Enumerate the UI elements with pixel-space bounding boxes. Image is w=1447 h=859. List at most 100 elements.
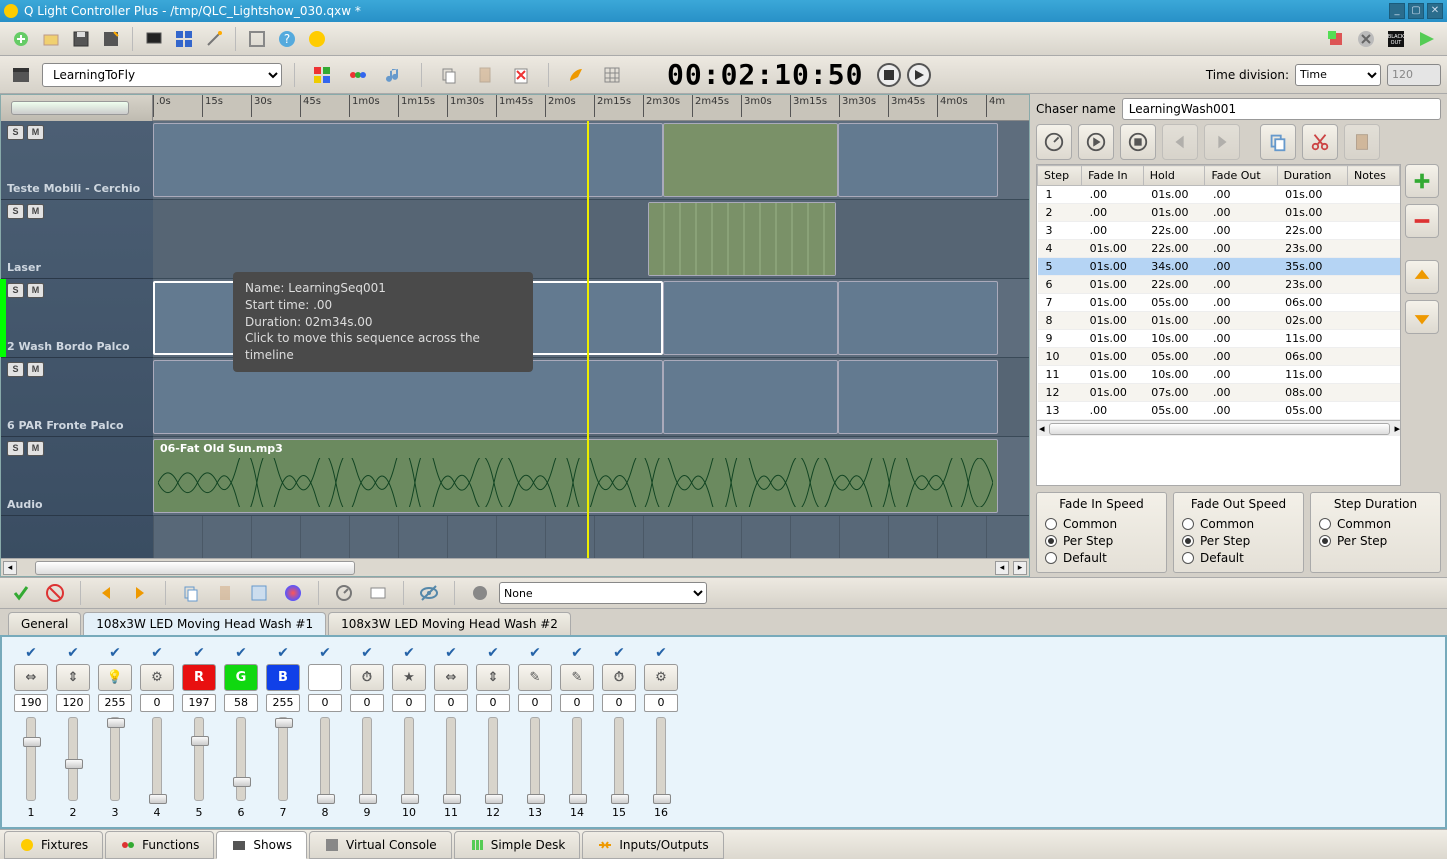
add-step-button[interactable] xyxy=(1405,164,1439,198)
channel-check[interactable]: ✔ xyxy=(571,645,583,661)
help-button[interactable]: ? xyxy=(275,27,299,51)
speed-button[interactable] xyxy=(332,581,356,605)
solo-button[interactable]: S xyxy=(7,204,24,219)
minimize-button[interactable]: _ xyxy=(1389,3,1405,19)
channel-type-icon[interactable]: ★ xyxy=(392,664,426,691)
solo-button[interactable]: S xyxy=(7,283,24,298)
fullscreen-button[interactable] xyxy=(245,27,269,51)
track-row[interactable]: Name: LearningSeq001 Start time: .00 Dur… xyxy=(153,200,1029,279)
channel-check[interactable]: ✔ xyxy=(361,645,373,661)
timeline-head-scroll[interactable] xyxy=(1,95,153,121)
step-table[interactable]: StepFade InHoldFade OutDurationNotes 1.0… xyxy=(1036,164,1401,486)
solo-button[interactable]: S xyxy=(7,441,24,456)
fixture-tab[interactable]: General xyxy=(8,612,81,635)
step-row[interactable]: 1101s.0010s.00.0011s.00 xyxy=(1038,366,1400,384)
channel-check[interactable]: ✔ xyxy=(529,645,541,661)
step-row[interactable]: 1001s.0005s.00.0006s.00 xyxy=(1038,348,1400,366)
channel-slider[interactable] xyxy=(656,717,666,801)
channel-type-icon[interactable]: ⇕ xyxy=(56,664,90,691)
test-stop-button[interactable] xyxy=(1120,124,1156,160)
fixture-tab[interactable]: 108x3W LED Moving Head Wash #1 xyxy=(83,612,326,635)
copy-all-button[interactable] xyxy=(247,581,271,605)
snap-grid-button[interactable] xyxy=(600,63,624,87)
mute-button[interactable]: M xyxy=(27,204,44,219)
paste-values-button[interactable] xyxy=(213,581,237,605)
play-button[interactable] xyxy=(907,63,931,87)
channel-check[interactable]: ✔ xyxy=(193,645,205,661)
step-col-header[interactable]: Fade In xyxy=(1082,166,1144,186)
disable-all-button[interactable] xyxy=(43,581,67,605)
step-next-button[interactable] xyxy=(1204,124,1240,160)
maximize-button[interactable]: ▢ xyxy=(1408,3,1424,19)
channel-slider[interactable] xyxy=(614,717,624,801)
channel-value[interactable]: 0 xyxy=(350,694,384,712)
channel-value[interactable]: 197 xyxy=(182,694,216,712)
step-row[interactable]: 2.0001s.00.0001s.00 xyxy=(1038,204,1400,222)
channel-slider[interactable] xyxy=(110,717,120,801)
chaser-name-input[interactable] xyxy=(1122,98,1441,120)
step-row[interactable]: 801s.0001s.00.0002s.00 xyxy=(1038,312,1400,330)
channel-check[interactable]: ✔ xyxy=(403,645,415,661)
blackout-button[interactable]: BLACKOUT xyxy=(1384,27,1408,51)
channel-type-icon[interactable]: B xyxy=(266,664,300,691)
channel-type-icon[interactable]: ⚙ xyxy=(644,664,678,691)
channel-check[interactable]: ✔ xyxy=(277,645,289,661)
channel-slider[interactable] xyxy=(194,717,204,801)
channel-value[interactable]: 255 xyxy=(266,694,300,712)
track-row[interactable] xyxy=(153,121,1029,200)
tab-inputs-outputs[interactable]: Inputs/Outputs xyxy=(582,831,723,859)
channel-value[interactable]: 0 xyxy=(644,694,678,712)
next-fixture-button[interactable] xyxy=(128,581,152,605)
channel-check[interactable]: ✔ xyxy=(445,645,457,661)
track-header[interactable]: SM6 PAR Fronte Palco xyxy=(1,358,153,437)
channel-slider[interactable] xyxy=(446,717,456,801)
channel-type-icon[interactable]: ⇔ xyxy=(14,664,48,691)
channel-type-icon[interactable]: R xyxy=(182,664,216,691)
step-row[interactable]: 3.0022s.00.0022s.00 xyxy=(1038,222,1400,240)
copy-button[interactable] xyxy=(437,63,461,87)
channel-type-icon[interactable]: ✎ xyxy=(518,664,552,691)
tab-virtual-console[interactable]: Virtual Console xyxy=(309,831,452,859)
channel-slider[interactable] xyxy=(530,717,540,801)
track-row-audio[interactable]: 06-Fat Old Sun.mp3 xyxy=(153,437,1029,516)
channel-value[interactable]: 0 xyxy=(308,694,342,712)
step-row[interactable]: 701s.0005s.00.0006s.00 xyxy=(1038,294,1400,312)
channel-type-icon[interactable]: ⏱ xyxy=(602,664,636,691)
stop-button[interactable] xyxy=(877,63,901,87)
mute-button[interactable]: M xyxy=(27,125,44,140)
channel-value[interactable]: 0 xyxy=(140,694,174,712)
channel-type-icon[interactable]: ⏱ xyxy=(350,664,384,691)
step-row[interactable]: 501s.0034s.00.0035s.00 xyxy=(1038,258,1400,276)
panic-button[interactable] xyxy=(1354,27,1378,51)
color-tool-button[interactable] xyxy=(281,581,305,605)
mute-button[interactable]: M xyxy=(27,362,44,377)
enable-all-button[interactable] xyxy=(9,581,33,605)
blind-button[interactable] xyxy=(417,581,441,605)
radio-per-step[interactable]: Per Step xyxy=(1319,534,1432,548)
channel-slider[interactable] xyxy=(68,717,78,801)
timeline-hscroll[interactable]: ◂◂▸ xyxy=(1,558,1029,576)
about-button[interactable] xyxy=(305,27,329,51)
open-button[interactable] xyxy=(39,27,63,51)
channel-value[interactable]: 0 xyxy=(518,694,552,712)
mute-button[interactable]: M xyxy=(27,441,44,456)
step-col-header[interactable]: Step xyxy=(1038,166,1082,186)
step-col-header[interactable]: Duration xyxy=(1277,166,1347,186)
add-track-button[interactable] xyxy=(310,63,334,87)
channel-check[interactable]: ✔ xyxy=(25,645,37,661)
radio-per-step[interactable]: Per Step xyxy=(1182,534,1295,548)
tab-functions[interactable]: Functions xyxy=(105,831,214,859)
step-row[interactable]: 1201s.0007s.00.0008s.00 xyxy=(1038,384,1400,402)
channel-check[interactable]: ✔ xyxy=(235,645,247,661)
copy-values-button[interactable] xyxy=(179,581,203,605)
wand-button[interactable] xyxy=(202,27,226,51)
time-division-select[interactable]: Time xyxy=(1295,64,1381,86)
channel-slider[interactable] xyxy=(572,717,582,801)
channel-slider[interactable] xyxy=(320,717,330,801)
channel-check[interactable]: ✔ xyxy=(655,645,667,661)
step-row[interactable]: 1.0001s.00.0001s.00 xyxy=(1038,186,1400,204)
channel-type-icon[interactable]: ⚙ xyxy=(140,664,174,691)
paste-step-button[interactable] xyxy=(1344,124,1380,160)
channel-type-icon[interactable]: 💡 xyxy=(98,664,132,691)
channel-slider[interactable] xyxy=(26,717,36,801)
